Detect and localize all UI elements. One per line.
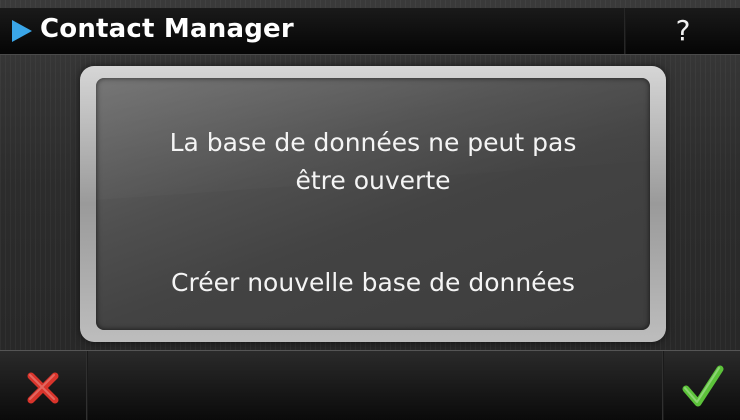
dialog-message-line2: être ouverte <box>295 166 451 195</box>
create-database-button[interactable]: Créer nouvelle base de données <box>116 264 630 302</box>
bottom-divider-left <box>86 351 88 420</box>
close-x-icon <box>27 372 59 404</box>
contact-manager-screen: Contact Manager ? La base de données ne … <box>0 0 740 420</box>
bottom-bar <box>0 350 740 420</box>
checkmark-icon <box>682 365 724 407</box>
confirm-button[interactable] <box>664 351 740 420</box>
help-button[interactable]: ? <box>626 8 740 54</box>
dialog-message-line1: La base de données ne peut pas <box>169 128 577 157</box>
page-title: Contact Manager <box>40 14 294 44</box>
title-bar: Contact Manager ? <box>0 8 740 55</box>
cancel-button[interactable] <box>0 351 86 420</box>
dialog-frame: La base de données ne peut pas être ouve… <box>80 66 666 342</box>
play-arrow-icon <box>12 20 32 42</box>
dialog-message: La base de données ne peut pas être ouve… <box>116 124 630 200</box>
error-dialog: La base de données ne peut pas être ouve… <box>96 78 650 330</box>
